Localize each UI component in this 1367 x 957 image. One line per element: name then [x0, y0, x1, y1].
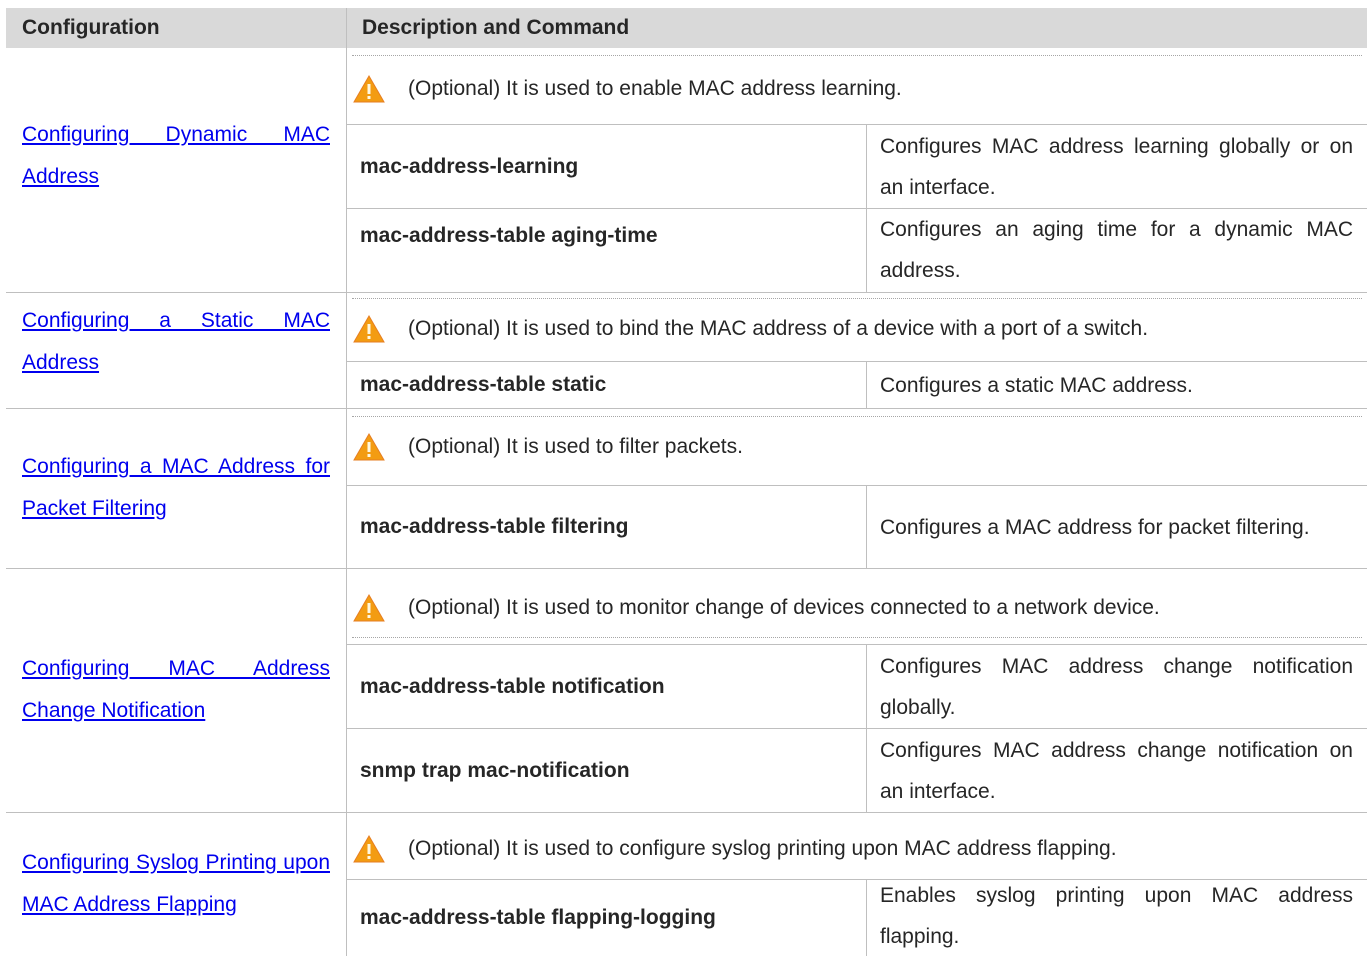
- command-cell: mac-address-table static: [346, 362, 866, 408]
- command-cell: mac-address-table aging-time: [346, 209, 866, 263]
- header-description: Description and Command: [346, 8, 1367, 48]
- command-cell: mac-address-table notification: [346, 645, 866, 728]
- command-description: Enables syslog printing upon MAC address…: [880, 884, 1353, 948]
- command-cell: mac-address-table filtering: [346, 486, 866, 568]
- config-mac-filtering-link[interactable]: Configuring a MAC Address for Packet Fil…: [22, 446, 330, 530]
- section-link-cell: Configuring Syslog Printing upon MAC Add…: [6, 812, 346, 956]
- command-text: mac-address-table notification: [360, 674, 665, 698]
- command-cell: snmp trap mac-notification: [346, 729, 866, 812]
- optional-text: (Optional) It is used to bind the MAC ad…: [408, 317, 1149, 340]
- optional-text: (Optional) It is used to enable MAC addr…: [408, 76, 902, 100]
- optional-row: (Optional) It is used to configure syslo…: [352, 824, 1367, 874]
- warning-icon: [353, 74, 385, 102]
- command-description-cell: Configures a static MAC address.: [866, 362, 1367, 408]
- command-text: mac-address-table static: [360, 373, 607, 396]
- command-cell: mac-address-table flapping-logging: [346, 880, 866, 956]
- section-link-cell: Configuring Dynamic MAC Address: [6, 48, 346, 263]
- warning-icon: [353, 314, 385, 343]
- section-link-cell: Configuring a MAC Address for Packet Fil…: [6, 408, 346, 568]
- command-text: mac-address-table filtering: [360, 515, 629, 538]
- command-cell: mac-address-learning: [346, 125, 866, 208]
- command-text: mac-address-table aging-time: [360, 224, 658, 247]
- command-description: Configures a static MAC address.: [880, 373, 1193, 397]
- config-static-mac-link[interactable]: Configuring a Static MAC Address: [22, 300, 330, 384]
- command-description-cell: Configures an aging time for a dynamic M…: [866, 208, 1367, 292]
- command-description: Configures MAC address learning globally…: [880, 134, 1353, 199]
- section-link-cell: Configuring a Static MAC Address: [6, 292, 346, 391]
- command-description-cell: Configures a MAC address for packet filt…: [866, 486, 1367, 568]
- command-description: Configures MAC address change notificati…: [880, 738, 1353, 803]
- command-description-cell: Configures MAC address change notificati…: [866, 645, 1367, 728]
- command-description: Configures MAC address change notificati…: [880, 654, 1353, 719]
- command-text: mac-address-learning: [360, 154, 579, 178]
- optional-row: (Optional) It is used to bind the MAC ad…: [352, 304, 1367, 354]
- section-link-cell: Configuring MAC Address Change Notificat…: [6, 568, 346, 812]
- warning-icon: [353, 834, 385, 863]
- command-description-cell: Configures MAC address change notificati…: [866, 729, 1367, 812]
- optional-row: (Optional) It is used to enable MAC addr…: [352, 60, 1367, 117]
- configuration-table: Configuration Description and Command Co…: [6, 8, 1367, 956]
- command-text: snmp trap mac-notification: [360, 758, 630, 782]
- config-mac-change-notification-link[interactable]: Configuring MAC Address Change Notificat…: [22, 648, 330, 732]
- command-description-cell: Enables syslog printing upon MAC address…: [866, 876, 1367, 956]
- command-description: Configures an aging time for a dynamic M…: [880, 218, 1353, 282]
- header-configuration: Configuration: [6, 8, 346, 48]
- optional-text: (Optional) It is used to configure syslo…: [408, 837, 1117, 860]
- command-text: mac-address-table flapping-logging: [360, 906, 716, 929]
- config-dynamic-mac-link[interactable]: Configuring Dynamic MAC Address: [22, 114, 330, 198]
- command-description-cell: Configures MAC address learning globally…: [866, 125, 1367, 208]
- optional-text: (Optional) It is used to filter packets.: [408, 435, 743, 458]
- warning-icon: [353, 432, 385, 461]
- warning-icon: [353, 593, 385, 622]
- command-description: Configures a MAC address for packet filt…: [880, 515, 1310, 539]
- optional-row: (Optional) It is used to filter packets.: [352, 422, 1367, 472]
- optional-row: (Optional) It is used to monitor change …: [352, 583, 1367, 633]
- optional-text: (Optional) It is used to monitor change …: [408, 596, 1160, 619]
- config-syslog-flapping-link[interactable]: Configuring Syslog Printing upon MAC Add…: [22, 842, 330, 926]
